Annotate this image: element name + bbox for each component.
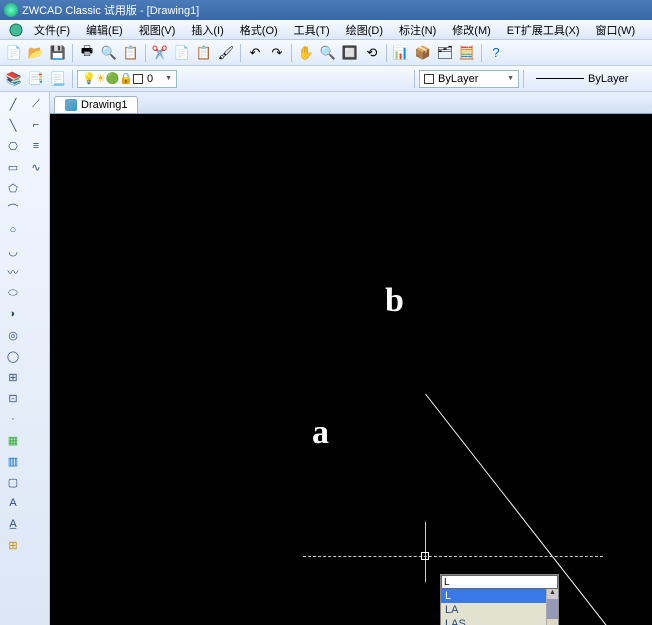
- linetype-value: ByLayer: [588, 73, 628, 85]
- donut-tool-icon[interactable]: ◎: [2, 325, 24, 345]
- undo-icon[interactable]: ↶: [245, 43, 265, 63]
- save-icon[interactable]: 💾: [48, 43, 68, 63]
- crosshair-box: [421, 552, 429, 560]
- command-autocomplete: L LA LAS LASTANGLE LASTCMDANG ▲ ▼: [440, 574, 559, 625]
- print-icon[interactable]: 🖶: [77, 43, 97, 63]
- help-icon[interactable]: ?: [486, 43, 506, 63]
- ellipse-tool-icon[interactable]: ⬭: [2, 283, 24, 303]
- ac-item-la[interactable]: LA: [441, 603, 558, 617]
- layer-prev-icon[interactable]: 📑: [26, 69, 46, 89]
- pan-icon[interactable]: ✋: [296, 43, 316, 63]
- menu-annotate[interactable]: 标注(N): [391, 20, 444, 40]
- table-tool-icon[interactable]: ⊞: [2, 535, 24, 555]
- label-a: a: [312, 414, 329, 452]
- scroll-up-icon[interactable]: ▲: [547, 589, 558, 599]
- standard-toolbar: 📄 📂 💾 🖶 🔍 📋 ✂️ 📄 📋 🖌 ↶ ↷ ✋ 🔍 🔲 ⟲ 📊 📦 🗂 🧮…: [0, 40, 652, 66]
- line-tool-icon[interactable]: ╱: [2, 94, 24, 114]
- xline-tool-icon[interactable]: ⟋: [25, 94, 47, 114]
- autocomplete-scrollbar[interactable]: ▲ ▼: [546, 589, 558, 625]
- menu-edit[interactable]: 编辑(E): [78, 20, 131, 40]
- menu-window[interactable]: 窗口(W): [588, 20, 644, 40]
- rect-tool-icon[interactable]: ▭: [2, 157, 24, 177]
- curve-tool-icon[interactable]: ◡: [2, 241, 24, 261]
- paste-icon[interactable]: 📋: [194, 43, 214, 63]
- menu-format[interactable]: 格式(O): [232, 20, 286, 40]
- color-combo[interactable]: ByLayer ▼: [419, 70, 519, 88]
- ac-item-l[interactable]: L: [441, 589, 558, 603]
- polygon-tool-icon[interactable]: ⎔: [2, 136, 24, 156]
- window-title: ZWCAD Classic 试用版 - [Drawing1]: [22, 2, 199, 18]
- zoom-realtime-icon[interactable]: 🔍: [318, 43, 338, 63]
- tool-palette-icon[interactable]: 🗂: [435, 43, 455, 63]
- properties-icon[interactable]: 📊: [391, 43, 411, 63]
- ring-tool-icon[interactable]: ◯: [2, 346, 24, 366]
- menu-draw[interactable]: 绘图(D): [338, 20, 391, 40]
- mtext-tool-icon[interactable]: A̲: [2, 514, 24, 534]
- title-bar: ZWCAD Classic 试用版 - [Drawing1]: [0, 0, 652, 20]
- document-tabs: Drawing1: [50, 92, 652, 114]
- spl-tool-icon[interactable]: ∿: [25, 157, 47, 177]
- scroll-thumb[interactable]: [547, 599, 558, 619]
- pent-tool-icon[interactable]: ⬠: [2, 178, 24, 198]
- match-icon[interactable]: 🖌: [216, 43, 236, 63]
- color-value: ByLayer: [438, 73, 478, 85]
- ellipse-arc-icon[interactable]: ◗: [2, 304, 24, 324]
- cut-icon[interactable]: ✂️: [150, 43, 170, 63]
- workspace: Drawing1 a b L LA LAS LASTANGLE LASTCMDA…: [50, 92, 652, 625]
- ac-item-las[interactable]: LAS: [441, 617, 558, 625]
- pline-tool-icon[interactable]: ⌐: [25, 115, 47, 135]
- hatch-tool-icon[interactable]: ▦: [2, 430, 24, 450]
- layer-name: 0: [147, 73, 153, 85]
- block-make-icon[interactable]: ⊡: [2, 388, 24, 408]
- layer-combo[interactable]: 💡☀🟢🔒 0 ▼: [77, 70, 177, 88]
- zoom-prev-icon[interactable]: ⟲: [362, 43, 382, 63]
- menu-file[interactable]: 文件(F): [26, 20, 78, 40]
- region-tool-icon[interactable]: ▢: [2, 472, 24, 492]
- point-tool-icon[interactable]: ·: [2, 409, 24, 429]
- menu-bar: 文件(F) 编辑(E) 视图(V) 插入(I) 格式(O) 工具(T) 绘图(D…: [0, 20, 652, 40]
- menu-insert[interactable]: 插入(I): [183, 20, 231, 40]
- crosshair-h: [303, 556, 603, 557]
- doc-icon: [65, 99, 77, 111]
- tab-drawing1[interactable]: Drawing1: [54, 96, 138, 113]
- text-tool-icon[interactable]: A: [2, 493, 24, 513]
- app-menu-icon[interactable]: [6, 20, 26, 40]
- calculator-icon[interactable]: 🧮: [457, 43, 477, 63]
- mline-tool-icon[interactable]: ≡: [25, 136, 47, 156]
- autocomplete-list: L LA LAS LASTANGLE LASTCMDANG ▲ ▼: [441, 589, 558, 625]
- zoom-window-icon[interactable]: 🔲: [340, 43, 360, 63]
- circle-tool-icon[interactable]: ○: [2, 220, 24, 240]
- layer-manager-icon[interactable]: 📚: [4, 69, 24, 89]
- menu-view[interactable]: 视图(V): [131, 20, 184, 40]
- ray-tool-icon[interactable]: ╲: [2, 115, 24, 135]
- tab-label: Drawing1: [81, 99, 127, 111]
- open-file-icon[interactable]: 📂: [26, 43, 46, 63]
- new-file-icon[interactable]: 📄: [4, 43, 24, 63]
- app-icon: [4, 3, 18, 17]
- layer-states-icon[interactable]: 📃: [48, 69, 68, 89]
- main-area: ╱⟋ ╲⌐ ⎔≡ ▭∿ ⬠ ⌒ ○ ◡ 〰 ⬭ ◗ ◎ ◯ ⊞ ⊡ · ▦ ▥ …: [0, 92, 652, 625]
- command-input[interactable]: [441, 575, 558, 589]
- print-preview-icon[interactable]: 🔍: [99, 43, 119, 63]
- menu-et-extend[interactable]: ET扩展工具(X): [499, 20, 588, 40]
- redo-icon[interactable]: ↷: [267, 43, 287, 63]
- layers-toolbar: 📚 📑 📃 💡☀🟢🔒 0 ▼ ByLayer ▼ ByLayer: [0, 66, 652, 92]
- label-b: b: [385, 282, 404, 320]
- design-center-icon[interactable]: 📦: [413, 43, 433, 63]
- publish-icon[interactable]: 📋: [121, 43, 141, 63]
- linetype-combo[interactable]: ByLayer: [528, 70, 648, 88]
- drawing-canvas[interactable]: a b L LA LAS LASTANGLE LASTCMDANG ▲ ▼: [50, 114, 652, 625]
- block-insert-icon[interactable]: ⊞: [2, 367, 24, 387]
- copy-icon[interactable]: 📄: [172, 43, 192, 63]
- arc-tool-icon[interactable]: ⌒: [2, 199, 24, 219]
- menu-tools[interactable]: 工具(T): [286, 20, 338, 40]
- menu-modify[interactable]: 修改(M): [444, 20, 499, 40]
- spline-tool-icon[interactable]: 〰: [2, 262, 24, 282]
- draw-toolbox: ╱⟋ ╲⌐ ⎔≡ ▭∿ ⬠ ⌒ ○ ◡ 〰 ⬭ ◗ ◎ ◯ ⊞ ⊡ · ▦ ▥ …: [0, 92, 50, 625]
- gradient-tool-icon[interactable]: ▥: [2, 451, 24, 471]
